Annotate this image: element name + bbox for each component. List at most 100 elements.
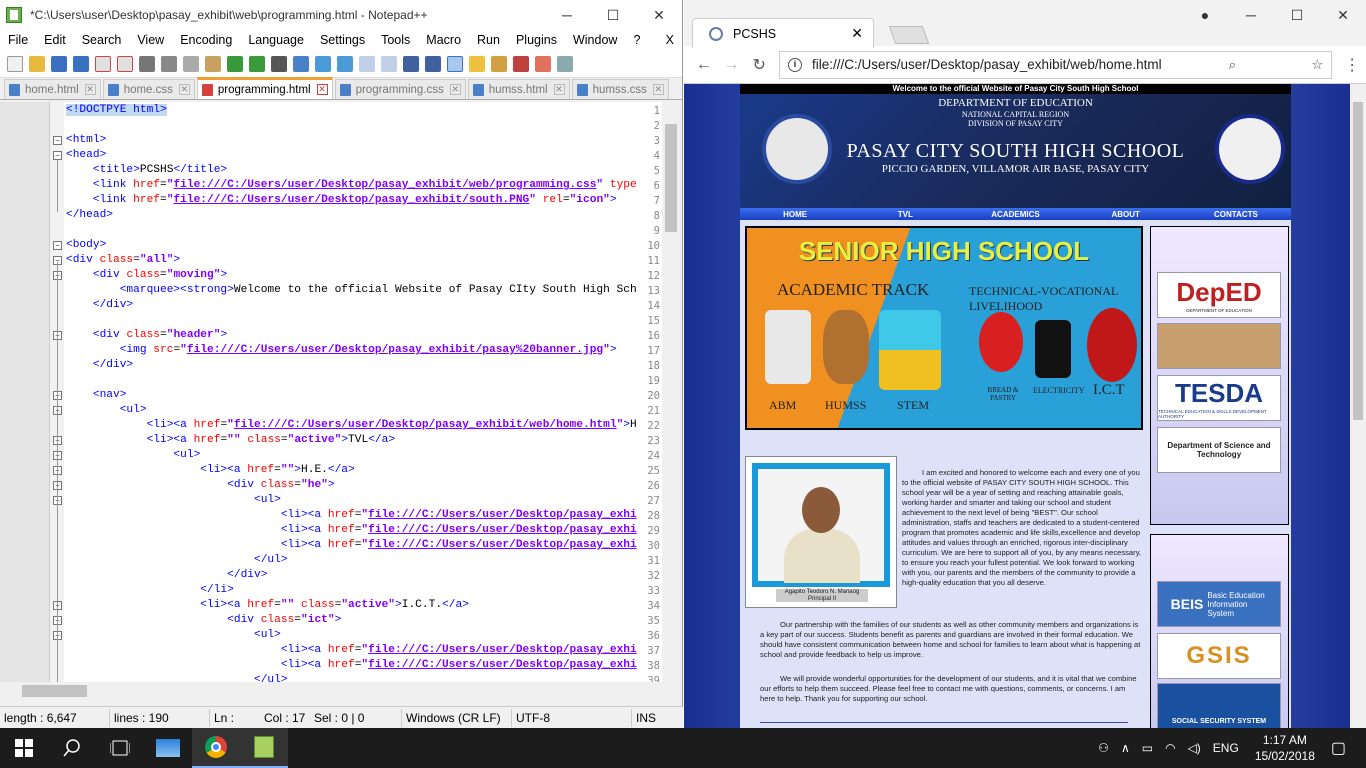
menu-view[interactable]: View [137, 33, 164, 47]
menu-plugins[interactable]: Plugins [516, 33, 557, 47]
close-button[interactable]: ✕ [636, 0, 682, 30]
close-file-icon[interactable] [95, 55, 111, 72]
battery-icon[interactable]: ▭ [1142, 741, 1153, 755]
menu-encoding[interactable]: Encoding [180, 33, 232, 47]
menu-language[interactable]: Language [248, 33, 304, 47]
maximize-button[interactable]: ☐ [590, 0, 636, 30]
menu-macro[interactable]: Macro [426, 33, 461, 47]
info-icon[interactable]: i [787, 57, 802, 72]
nav-about[interactable]: ABOUT [1071, 210, 1181, 219]
menu-window[interactable]: Window [573, 33, 617, 47]
people-icon[interactable]: ⚇ [1098, 741, 1109, 755]
copy-icon[interactable] [183, 55, 199, 72]
fold-toggle[interactable]: − [53, 241, 62, 250]
paste-icon[interactable] [205, 55, 221, 72]
menu-icon[interactable]: ⋮ [1338, 55, 1366, 75]
tab-close-icon[interactable]: ✕ [553, 84, 565, 95]
code-editor[interactable]: 1 2 3 4 5 6 7 8 9 10 11 12 13 14 15 16 17 18 19 20 21 22 23 24 2… [0, 102, 680, 687]
nav-home[interactable]: HOME [740, 210, 850, 219]
action-center-icon[interactable]: ▢ [1331, 738, 1346, 758]
clock[interactable]: 1:17 AM 15/02/2018 [1255, 732, 1315, 764]
tab-home-css[interactable]: home.css ✕ [102, 79, 195, 99]
task-view-button[interactable] [96, 728, 144, 768]
redo-icon[interactable] [249, 55, 265, 72]
wifi-icon[interactable]: ◠ [1165, 741, 1175, 755]
zoom-search-icon[interactable]: ⌕ [1229, 57, 1237, 73]
user-language-icon[interactable] [469, 55, 485, 72]
tab-humss-html[interactable]: humss.html ✕ [467, 79, 570, 99]
taskbar-notepadpp[interactable] [240, 728, 288, 768]
minimize-button[interactable]: ─ [544, 0, 590, 30]
zoom-in-icon[interactable] [315, 55, 331, 72]
tab-close-icon[interactable]: ✕ [178, 84, 190, 95]
close-all-icon[interactable] [117, 55, 133, 72]
show-all-characters-icon[interactable] [425, 55, 441, 72]
dost-logo[interactable]: Department of Science and Technology [1157, 427, 1281, 473]
volume-icon[interactable]: ◁) [1188, 741, 1201, 755]
taskbar-chrome[interactable] [192, 728, 240, 768]
menu-settings[interactable]: Settings [320, 33, 365, 47]
menu-search[interactable]: Search [82, 33, 122, 47]
folder-workspace-icon[interactable] [535, 55, 551, 72]
npp-titlebar[interactable]: *C:\Users\user\Desktop\pasay_exhibit\web… [0, 0, 682, 30]
sync-horizontal-icon[interactable] [381, 55, 397, 72]
save-icon[interactable] [51, 55, 67, 72]
zoom-out-icon[interactable] [337, 55, 353, 72]
show-hidden-icons[interactable]: ∧ [1121, 741, 1130, 755]
editor-horizontal-scrollbar[interactable] [0, 682, 680, 700]
tab-programming-css[interactable]: programming.css ✕ [334, 79, 466, 99]
sync-vertical-icon[interactable] [359, 55, 375, 72]
address-bar[interactable]: i file:///C:/Users/user/Desktop/pasay_ex… [778, 50, 1333, 79]
deped-logo[interactable]: DepED DEPARTMENT OF EDUCATION [1157, 272, 1281, 318]
browser-tab[interactable]: PCSHS ✕ [692, 18, 874, 48]
new-file-icon[interactable] [7, 55, 23, 72]
profile-icon[interactable]: ● [1182, 0, 1228, 30]
monitoring-icon[interactable] [557, 55, 573, 72]
save-all-icon[interactable] [73, 55, 89, 72]
undo-icon[interactable] [227, 55, 243, 72]
tab-close-icon[interactable]: ✕ [449, 84, 461, 95]
scroll-thumb[interactable] [22, 685, 87, 697]
nav-tvl[interactable]: TVL [850, 210, 960, 219]
new-tab-button[interactable] [888, 26, 930, 44]
tab-close-icon[interactable]: ✕ [652, 84, 664, 95]
taskbar-explorer[interactable] [144, 728, 192, 768]
word-wrap-icon[interactable] [403, 55, 419, 72]
reload-icon[interactable]: ↻ [745, 55, 773, 75]
fold-toggle[interactable]: − [53, 151, 62, 160]
gsis-logo[interactable]: GSIS [1157, 633, 1281, 679]
open-file-icon[interactable] [29, 55, 45, 72]
tab-close-icon[interactable]: ✕ [851, 25, 863, 42]
menu-file[interactable]: File [8, 33, 28, 47]
function-list-icon[interactable] [513, 55, 529, 72]
tab-close-icon[interactable]: ✕ [84, 84, 96, 95]
back-icon[interactable]: ← [690, 56, 718, 74]
close-document-button[interactable]: X [666, 33, 674, 47]
tab-home-html[interactable]: home.html ✕ [4, 79, 101, 99]
find-icon[interactable] [271, 55, 287, 72]
cut-icon[interactable] [161, 55, 177, 72]
menu-edit[interactable]: Edit [44, 33, 66, 47]
menu-help[interactable]: ? [633, 33, 640, 47]
tesda-logo[interactable]: TESDA TECHNICAL EDUCATION & SKILLS DEVEL… [1157, 375, 1281, 421]
indent-guide-icon[interactable] [447, 55, 463, 72]
editor-vertical-scrollbar[interactable] [662, 102, 680, 682]
menu-tools[interactable]: Tools [381, 33, 410, 47]
beis-logo[interactable]: BEIS Basic Education Information System [1157, 581, 1281, 627]
close-button[interactable]: ✕ [1320, 0, 1366, 30]
forward-icon[interactable]: → [718, 56, 746, 74]
document-map-icon[interactable] [491, 55, 507, 72]
bookmark-star-icon[interactable]: ☆ [1311, 57, 1323, 73]
replace-icon[interactable] [293, 55, 309, 72]
page-vertical-scrollbar[interactable] [1350, 84, 1366, 728]
scroll-thumb[interactable] [1353, 102, 1363, 420]
print-icon[interactable] [139, 55, 155, 72]
tab-close-icon[interactable]: ✕ [316, 84, 328, 95]
education-seal-logo[interactable] [1157, 323, 1281, 369]
start-button[interactable] [0, 728, 48, 768]
tab-programming-html[interactable]: programming.html ✕ [196, 77, 333, 99]
maximize-button[interactable]: ☐ [1274, 0, 1320, 30]
menu-run[interactable]: Run [477, 33, 500, 47]
language-indicator[interactable]: ENG [1213, 741, 1239, 755]
nav-academics[interactable]: ACADEMICS [960, 210, 1070, 219]
